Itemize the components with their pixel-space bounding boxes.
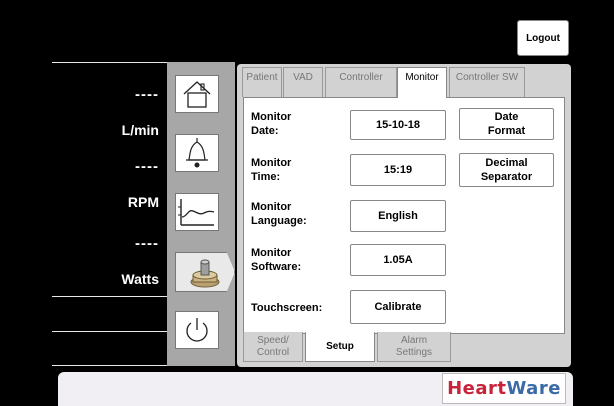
tab-patient[interactable]: Patient <box>242 67 282 97</box>
decimal-separator-button[interactable]: Decimal Separator <box>459 153 554 187</box>
nav-column <box>167 62 235 366</box>
tab-monitor[interactable]: Monitor <box>397 67 447 98</box>
monitor-date-label: Monitor Date: <box>251 111 292 137</box>
divider <box>52 365 167 366</box>
power-value: ---- <box>135 235 159 252</box>
nav-home-button[interactable] <box>175 75 219 113</box>
trend-chart-icon <box>178 199 215 226</box>
monitor-settings-content: Monitor Date: 15-10-18 Monitor Time: 15:… <box>243 97 565 334</box>
tab-speed-control[interactable]: Speed/ Control <box>243 332 303 362</box>
monitor-time-label: Monitor Time: <box>251 157 292 183</box>
date-format-button[interactable]: Date Format <box>459 108 554 140</box>
tab-vad[interactable]: VAD <box>283 67 323 97</box>
pump-readouts: ---- L/min ---- RPM ---- Watts <box>52 62 167 366</box>
divider <box>52 296 167 297</box>
tab-alarm-settings[interactable]: Alarm Settings <box>377 332 451 362</box>
tab-controller[interactable]: Controller <box>325 67 397 97</box>
logout-button[interactable]: Logout <box>517 20 569 56</box>
nav-trends-button[interactable] <box>175 193 219 231</box>
divider <box>52 331 167 332</box>
divider <box>52 62 167 63</box>
monitor-date-button[interactable]: 15-10-18 <box>350 110 446 140</box>
flow-unit: L/min <box>121 122 159 138</box>
tab-controller-sw[interactable]: Controller SW <box>449 67 525 97</box>
setup-panel: Patient VAD Controller Monitor Controlle… <box>237 64 571 367</box>
monitor-language-label: Monitor Language: <box>251 201 307 227</box>
speed-unit: RPM <box>127 194 159 210</box>
monitor-time-button[interactable]: 15:19 <box>350 154 446 186</box>
tab-setup[interactable]: Setup <box>305 332 375 362</box>
monitor-language-button[interactable]: English <box>350 200 446 232</box>
touchscreen-label: Touchscreen: <box>251 302 323 314</box>
power-icon <box>186 318 208 342</box>
heartware-logo: Heart Ware <box>442 373 566 404</box>
nav-alarms-button[interactable] <box>175 134 219 172</box>
monitor-screen: Logout ---- L/min ---- RPM ---- Watts Pa… <box>0 0 614 406</box>
home-icon <box>183 81 211 108</box>
monitor-software-value: 1.05A <box>350 244 446 276</box>
nav-power-button[interactable] <box>175 311 219 349</box>
bell-icon <box>186 138 208 168</box>
power-unit: Watts <box>121 271 159 287</box>
nav-setup-button[interactable] <box>175 252 235 292</box>
flow-value: ---- <box>135 86 159 103</box>
speed-value: ---- <box>135 158 159 175</box>
monitor-software-label: Monitor Software: <box>251 247 302 273</box>
pump-icon <box>190 259 220 288</box>
calibrate-button[interactable]: Calibrate <box>350 290 446 324</box>
